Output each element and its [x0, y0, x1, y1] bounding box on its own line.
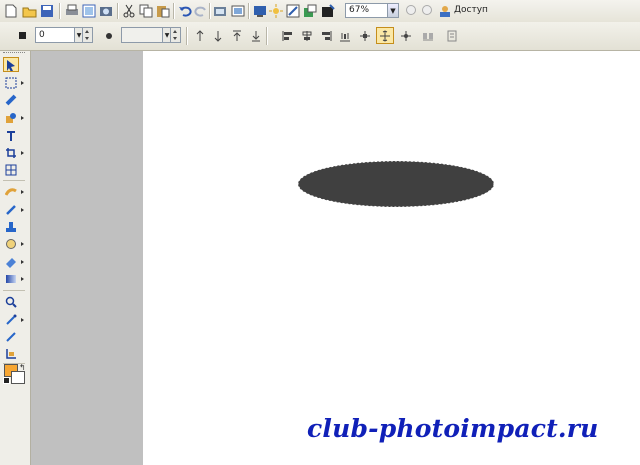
- zoom-tool-icon[interactable]: [3, 294, 19, 309]
- paint-tool-icon[interactable]: [3, 184, 19, 199]
- tool-flyout-arrow[interactable]: [21, 151, 24, 155]
- scan-icon[interactable]: [81, 3, 97, 19]
- screen-capture-icon[interactable]: [230, 3, 246, 19]
- eyedropper-tool-icon[interactable]: [3, 312, 19, 327]
- panel-grip[interactable]: [3, 52, 25, 55]
- toolbar-separator: [248, 3, 250, 19]
- align-top-icon[interactable]: [192, 28, 208, 44]
- selection-tool-icon[interactable]: [3, 110, 19, 125]
- image-canvas[interactable]: club-photoimpact.ru: [143, 51, 640, 465]
- measure-tool-icon[interactable]: [3, 346, 19, 361]
- spin-arrows[interactable]: [82, 28, 92, 42]
- move-icon[interactable]: [357, 28, 373, 44]
- eraser-tool-icon[interactable]: [3, 254, 19, 269]
- canvas-drawing: [297, 160, 495, 208]
- save-icon[interactable]: [39, 3, 55, 19]
- access-user-icon[interactable]: [437, 3, 453, 19]
- access-button-label[interactable]: Доступ: [454, 5, 488, 15]
- web-icon[interactable]: [252, 3, 268, 19]
- tool-flyout-arrow[interactable]: [21, 81, 24, 85]
- zoom-out-icon[interactable]: [420, 3, 436, 19]
- toolbar-separator: [186, 27, 188, 45]
- zoom-value: 67%: [349, 5, 370, 15]
- stamp-tool-icon[interactable]: [3, 219, 19, 234]
- cut-icon[interactable]: [121, 3, 137, 19]
- group-icon[interactable]: [420, 28, 436, 44]
- tool-flyout-arrow[interactable]: [21, 190, 24, 194]
- options-toolbar: 0 ▼ ▼: [0, 22, 640, 51]
- zoom-in-icon[interactable]: [404, 3, 420, 19]
- default-colors-icon[interactable]: [3, 377, 10, 384]
- position-icon[interactable]: [376, 27, 394, 44]
- swap-colors-icon[interactable]: ↰: [19, 363, 26, 372]
- shape-fill-icon[interactable]: [15, 28, 31, 44]
- transform-tool-icon[interactable]: [3, 75, 19, 90]
- tool-flyout-arrow[interactable]: [21, 116, 24, 120]
- text-tool-icon[interactable]: [3, 128, 19, 143]
- spin-arrows[interactable]: [170, 28, 180, 42]
- copy-icon[interactable]: [138, 3, 154, 19]
- instant-fix-icon[interactable]: [285, 3, 301, 19]
- print-icon[interactable]: [64, 3, 80, 19]
- camera-icon[interactable]: [98, 3, 114, 19]
- dark-ellipse-selection[interactable]: [297, 160, 495, 208]
- new-document-icon[interactable]: [3, 3, 19, 19]
- anchor-icon[interactable]: [398, 28, 414, 44]
- brush-tool-icon[interactable]: [3, 202, 19, 217]
- radio-dot-icon[interactable]: [101, 28, 117, 44]
- pick-tool-icon[interactable]: [3, 57, 19, 72]
- path-select-icon[interactable]: [3, 92, 19, 107]
- paste-icon[interactable]: [155, 3, 171, 19]
- tool-flyout-arrow[interactable]: [21, 318, 24, 322]
- align-right-icon[interactable]: [318, 28, 334, 44]
- tool-panel: ↰: [0, 51, 31, 465]
- bring-to-front-icon[interactable]: [229, 28, 245, 44]
- clone-tool-icon[interactable]: [3, 236, 19, 251]
- align-center-icon[interactable]: [299, 28, 315, 44]
- align-left-icon[interactable]: [280, 28, 296, 44]
- open-folder-icon[interactable]: [21, 3, 37, 19]
- dark-image-icon[interactable]: [320, 3, 336, 19]
- fill-tool-icon[interactable]: [3, 271, 19, 286]
- tool-separator: [3, 290, 25, 291]
- main-toolbar: 67% ▼ Доступ: [0, 0, 640, 23]
- line-width-value: 0: [39, 30, 45, 40]
- send-to-back-icon[interactable]: [248, 28, 264, 44]
- toolbar-separator: [59, 3, 61, 19]
- tool-separator: [3, 180, 25, 181]
- redo-icon[interactable]: [193, 3, 209, 19]
- line-width-stepper[interactable]: 0 ▼: [35, 27, 93, 43]
- toolbar-separator: [173, 3, 175, 19]
- align-bottom-icon[interactable]: [210, 28, 226, 44]
- tool-flyout-arrow[interactable]: [21, 277, 24, 281]
- value-stepper[interactable]: ▼: [121, 27, 181, 43]
- effects-icon[interactable]: [268, 3, 284, 19]
- tool-flyout-arrow[interactable]: [21, 260, 24, 264]
- image-properties-icon[interactable]: [212, 3, 228, 19]
- toolbar-separator: [117, 3, 119, 19]
- watermark-text: club-photoimpact.ru: [307, 414, 599, 443]
- tool-flyout-arrow[interactable]: [21, 208, 24, 212]
- background-color-swatch[interactable]: [11, 371, 25, 384]
- toolbar-separator: [266, 27, 268, 45]
- tool-flyout-arrow[interactable]: [21, 242, 24, 246]
- pen-tool-icon[interactable]: [3, 329, 19, 344]
- chevron-down-icon[interactable]: ▼: [387, 4, 398, 17]
- brush-settings-icon[interactable]: [302, 3, 318, 19]
- properties-icon[interactable]: [444, 28, 460, 44]
- grid-tool-icon[interactable]: [3, 162, 19, 177]
- workspace-background: [31, 51, 143, 465]
- toolbar-separator: [209, 3, 211, 19]
- crop-tool-icon[interactable]: [3, 145, 19, 160]
- zoom-select[interactable]: 67% ▼: [345, 3, 399, 18]
- distribute-icon[interactable]: [337, 28, 353, 44]
- undo-icon[interactable]: [177, 3, 193, 19]
